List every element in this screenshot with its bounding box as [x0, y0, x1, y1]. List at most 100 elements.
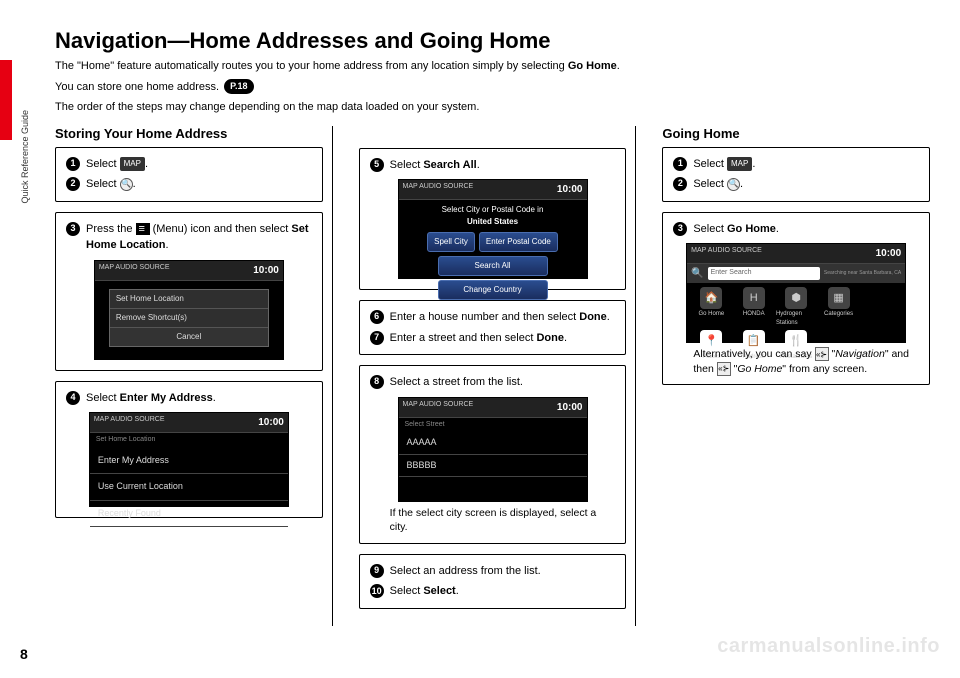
s5a: Select [390, 159, 424, 171]
screenshot-search-all: MAP AUDIO SOURCE 10:00 Select City or Po… [398, 179, 588, 279]
scr5-search: Enter Search [708, 267, 820, 280]
column-divider-1 [332, 126, 333, 626]
column-storing-1: Storing Your Home Address 1 Select MAP. … [55, 126, 323, 619]
step-5: 5 Select Search All. [370, 157, 616, 174]
going-num-3: 3 [673, 222, 687, 236]
scr2-r3: Recently Found [90, 501, 288, 528]
going-num-1: 1 [673, 157, 687, 171]
scr5-c2: HONDA [743, 310, 765, 319]
step-6-text: Enter a house number and then select Don… [390, 309, 616, 326]
search-circle-icon: 🔍 [120, 178, 133, 191]
scr4-clock: 10:00 [557, 400, 583, 415]
scr1-tabs: MAP AUDIO SOURCE [99, 263, 170, 278]
scr3-b2: Enter Postal Code [479, 232, 558, 252]
scr4-r1: AAAAA [399, 432, 587, 455]
going-box-1: 1 Select MAP. 2 Select 🔍. [662, 147, 930, 202]
step-num-8: 8 [370, 375, 384, 389]
scr3-hdr-b: United States [467, 217, 518, 226]
step-5-text: Select Search All. [390, 157, 616, 174]
search-icon: 🔍 [691, 266, 703, 281]
scr5-c1: Go Home [699, 310, 725, 319]
step-2: 2 Select 🔍. [66, 176, 312, 193]
screenshot-enter-address: MAP AUDIO SOURCE 10:00 Set Home Location… [89, 412, 289, 507]
voice-icon-2: «⊱ [717, 362, 731, 376]
gg: " from any screen. [782, 363, 867, 375]
intro-line-1: The "Home" feature automatically routes … [55, 58, 930, 75]
going-box-2: 3 Select Go Home. MAP AUDIO SOURCE 10:00… [662, 212, 930, 386]
s6a: Enter a house number and then select [390, 311, 580, 323]
s5b: Search All [423, 159, 476, 171]
s3a: Press the [86, 223, 136, 235]
scr2-clock: 10:00 [258, 415, 284, 430]
side-label: Quick Reference Guide [20, 110, 30, 204]
s7b: Done [536, 332, 564, 344]
scr1-clock: 10:00 [253, 263, 279, 278]
s10b: Select [423, 585, 455, 597]
scr4-hdr: Select Street [399, 418, 587, 433]
column-going-home: Going Home 1 Select MAP. 2 Select 🔍. [662, 126, 930, 619]
scr4-tabs: MAP AUDIO SOURCE [403, 400, 474, 415]
step-9: 9 Select an address from the list. [370, 563, 616, 580]
honda-icon: H [743, 287, 765, 309]
gc: Navigation [835, 348, 885, 360]
storing-box-2: 3 Press the (Menu) icon and then select … [55, 212, 323, 371]
scr3-b1: Spell City [427, 232, 475, 252]
scr3-b3: Search All [438, 256, 548, 276]
step-1-text: Select MAP. [86, 156, 312, 173]
g3a: Select [693, 223, 727, 235]
s6c: . [607, 311, 610, 323]
s10c: . [456, 585, 459, 597]
step-7: 7 Enter a street and then select Done. [370, 330, 616, 347]
step-8-note: If the select city screen is displayed, … [390, 506, 610, 535]
going-step-3: 3 Select Go Home. [673, 221, 919, 238]
column-storing-2: 5 Select Search All. MAP AUDIO SOURCE 10… [359, 126, 627, 619]
s7a: Enter a street and then select [390, 332, 537, 344]
s3d: . [165, 239, 168, 251]
screenshot-set-home: MAP AUDIO SOURCE 10:00 Set Home Location… [94, 260, 284, 360]
s2b: . [133, 178, 136, 190]
scr5-c4: Categories [824, 310, 853, 319]
going-heading: Going Home [662, 126, 930, 141]
step-num-1: 1 [66, 157, 80, 171]
scr3-tabs: MAP AUDIO SOURCE [403, 182, 474, 197]
step-num-3: 3 [66, 222, 80, 236]
g1a: Select [693, 158, 727, 170]
intro1-a: The "Home" feature automatically routes … [55, 60, 568, 72]
step-10: 10 Select Select. [370, 583, 616, 600]
scr2-hdr: Set Home Location [90, 433, 288, 448]
map-icon-2: MAP [727, 157, 752, 171]
step-3: 3 Press the (Menu) icon and then select … [66, 221, 312, 254]
going-step-1: 1 Select MAP. [673, 156, 919, 173]
voice-icon-1: «⊱ [815, 347, 829, 361]
intro2-a: You can store one home address. [55, 81, 222, 93]
step-1: 1 Select MAP. [66, 156, 312, 173]
storing-box-1: 1 Select MAP. 2 Select 🔍. [55, 147, 323, 202]
step-2-text: Select 🔍. [86, 176, 312, 193]
s10a: Select [390, 585, 424, 597]
gf: Go Home [737, 363, 782, 375]
step-num-7: 7 [370, 331, 384, 345]
storing-box-6: 8 Select a street from the list. MAP AUD… [359, 365, 627, 544]
step-4: 4 Select Enter My Address. [66, 390, 312, 407]
step-num-5: 5 [370, 158, 384, 172]
scr3-b4: Change Country [438, 280, 548, 300]
screenshot-street-list: MAP AUDIO SOURCE 10:00 Select Street AAA… [398, 397, 588, 502]
home-icon: 🏠 [700, 287, 722, 309]
storing-heading: Storing Your Home Address [55, 126, 323, 141]
g1b: . [752, 158, 755, 170]
going-step-3-text: Select Go Home. [693, 221, 919, 238]
hydrogen-icon: ⬢ [785, 287, 807, 309]
page-ref-pill: P.18 [224, 79, 253, 95]
step-8: 8 Select a street from the list. [370, 374, 616, 391]
storing-box-4: 5 Select Search All. MAP AUDIO SOURCE 10… [359, 148, 627, 291]
step-10-text: Select Select. [390, 583, 616, 600]
scr2-r1: Enter My Address [90, 448, 288, 475]
step-num-10: 10 [370, 584, 384, 598]
page-title: Navigation—Home Addresses and Going Home [55, 28, 930, 54]
step-num-9: 9 [370, 564, 384, 578]
s7c: . [564, 332, 567, 344]
scr1-opt3: Cancel [110, 328, 268, 346]
s1b: . [145, 158, 148, 170]
intro1-c: . [617, 60, 620, 72]
step-4-text: Select Enter My Address. [86, 390, 312, 407]
